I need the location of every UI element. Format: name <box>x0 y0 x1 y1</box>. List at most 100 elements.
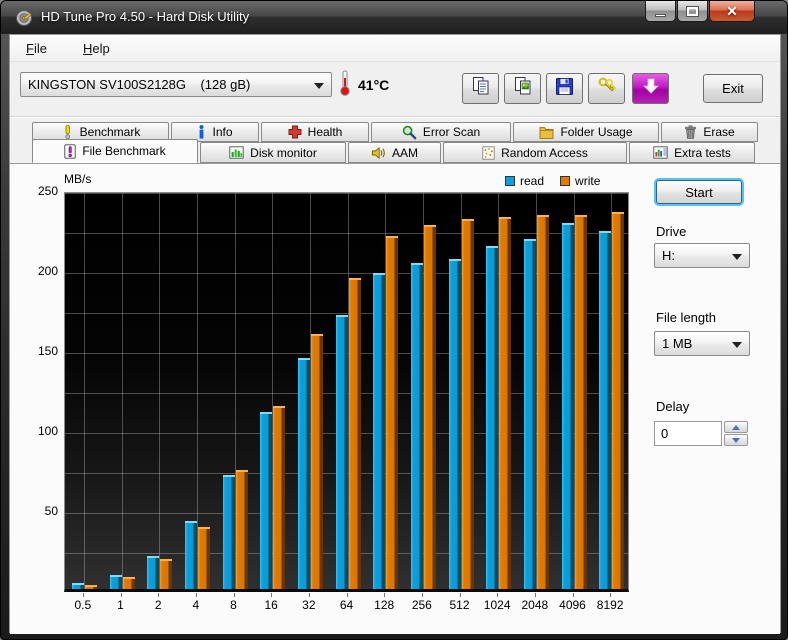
legend-item-read: read <box>505 174 544 188</box>
tab-health[interactable]: Health <box>261 122 369 142</box>
x-axis-tick-label: 4 <box>192 598 200 612</box>
tab-file-benchmark[interactable]: File Benchmark <box>32 139 198 163</box>
chart-legend: read write <box>505 174 600 188</box>
client-area: File Help KINGSTON SV100S2128G (128 gB) … <box>9 34 781 634</box>
bar-write-8 <box>235 469 248 589</box>
save-icon <box>555 77 574 101</box>
app-icon <box>15 9 33 27</box>
x-axis-tick-label: 8192 <box>596 598 624 612</box>
delay-label: Delay <box>656 399 690 414</box>
arrow-down-icon <box>641 76 661 101</box>
benchmark-icon <box>61 125 74 139</box>
copy-text-button[interactable] <box>462 73 499 104</box>
x-axis-tick <box>572 593 574 597</box>
menu-help[interactable]: Help <box>77 38 116 59</box>
x-axis-tick-label: 64 <box>339 598 354 612</box>
options-button[interactable] <box>588 73 625 104</box>
bar-write-1024 <box>499 217 512 589</box>
start-button[interactable]: Start <box>656 180 742 204</box>
tab-aam[interactable]: AAM <box>348 142 441 163</box>
y-axis-tick-label: 150 <box>37 344 58 358</box>
x-axis-tick-label: 1 <box>117 598 124 612</box>
drive-select-dropdown[interactable]: KINGSTON SV100S2128G (128 gB) <box>20 72 332 97</box>
x-axis-tick <box>497 593 499 597</box>
bar-read-32 <box>297 357 310 589</box>
x-axis-tick <box>346 593 348 597</box>
drive-dropdown-value: H: <box>662 248 675 263</box>
minimize-button[interactable] <box>645 1 676 22</box>
x-axis-tick-label: 128 <box>374 598 395 612</box>
tab-row-2: File Benchmark Disk monitor AAM Random Acce… <box>32 139 755 163</box>
bar-read-128 <box>373 273 386 589</box>
x-axis-tick-label: 256 <box>411 598 432 612</box>
tab-folder-usage[interactable]: Folder Usage <box>513 122 659 142</box>
y-axis-unit-label: MB/s <box>64 172 92 186</box>
copy-image-icon <box>514 76 532 101</box>
x-axis-tick <box>308 593 310 597</box>
bar-write-4096 <box>574 215 587 589</box>
tab-label: Error Scan <box>422 125 481 139</box>
x-axis-tick <box>233 593 235 597</box>
tab-label: Extra tests <box>674 145 731 160</box>
tab-label: Erase <box>703 125 735 139</box>
x-axis-tick-label: 8 <box>230 598 237 612</box>
spinner-up-button[interactable] <box>724 421 748 433</box>
bar-write-8192 <box>612 212 625 589</box>
bar-read-8 <box>222 474 235 589</box>
tab-random-access[interactable]: Random Access <box>443 142 627 163</box>
y-axis-tick-label: 250 <box>37 184 58 198</box>
titlebar[interactable]: HD Tune Pro 4.50 - Hard Disk Utility ✕ <box>1 1 787 34</box>
x-axis-tick-label: 4096 <box>559 598 586 612</box>
maximize-icon <box>686 5 699 17</box>
x-axis-tick-label: 0.5 <box>74 598 92 612</box>
x-axis-tick-label: 32 <box>302 598 316 612</box>
tab-label: File Benchmark <box>82 144 166 158</box>
folder-usage-icon <box>539 126 554 139</box>
file-length-dropdown[interactable]: 1 MB <box>654 331 750 356</box>
tab-extra-tests[interactable]: Extra tests <box>629 142 755 163</box>
tab-erase[interactable]: Erase <box>661 122 758 142</box>
arrow-down-icon <box>732 437 740 443</box>
x-axis-tick <box>271 593 273 597</box>
tab-error-scan[interactable]: Error Scan <box>371 122 511 142</box>
close-icon: ✕ <box>726 3 738 19</box>
x-axis-tick-label: 1024 <box>483 598 511 612</box>
bar-write-1 <box>122 577 135 589</box>
bar-write-512 <box>461 218 474 589</box>
tab-label: Benchmark <box>79 125 141 139</box>
benchmark-chart <box>64 192 629 592</box>
tab-label: Folder Usage <box>560 125 633 139</box>
bar-read-4096 <box>561 223 574 589</box>
copy-image-button[interactable] <box>504 73 541 104</box>
bar-write-16 <box>273 405 286 589</box>
bar-read-2048 <box>523 239 536 589</box>
error-scan-icon <box>402 125 417 140</box>
x-axis-tick <box>82 593 84 597</box>
file-length-dropdown-value: 1 MB <box>662 336 693 351</box>
capture-button[interactable] <box>632 73 669 104</box>
arrow-up-icon <box>732 424 740 430</box>
x-axis-tick <box>421 593 423 597</box>
x-axis-tick <box>534 593 536 597</box>
drive-dropdown[interactable]: H: <box>654 243 750 268</box>
bar-write-64 <box>348 277 361 589</box>
x-axis-tick-label: 2 <box>154 598 162 612</box>
bar-write-2048 <box>536 215 549 589</box>
aam-icon <box>371 146 386 160</box>
close-button[interactable]: ✕ <box>709 1 755 22</box>
file-benchmark-icon <box>64 143 76 159</box>
temperature-value: 41°C <box>358 77 390 93</box>
delay-input[interactable] <box>654 421 722 446</box>
bar-read-8192 <box>599 231 612 589</box>
bar-read-1024 <box>486 245 499 589</box>
spinner-down-button[interactable] <box>724 434 748 446</box>
exit-button[interactable]: Exit <box>703 74 763 103</box>
bar-write-32 <box>310 333 323 589</box>
legend-item-write: write <box>560 174 600 188</box>
save-button[interactable] <box>546 73 583 104</box>
y-axis-tick-label: 100 <box>37 424 58 438</box>
menu-file[interactable]: File <box>20 38 53 59</box>
chevron-down-icon <box>314 83 324 89</box>
tab-disk-monitor[interactable]: Disk monitor <box>200 142 346 163</box>
maximize-button[interactable] <box>677 1 708 22</box>
